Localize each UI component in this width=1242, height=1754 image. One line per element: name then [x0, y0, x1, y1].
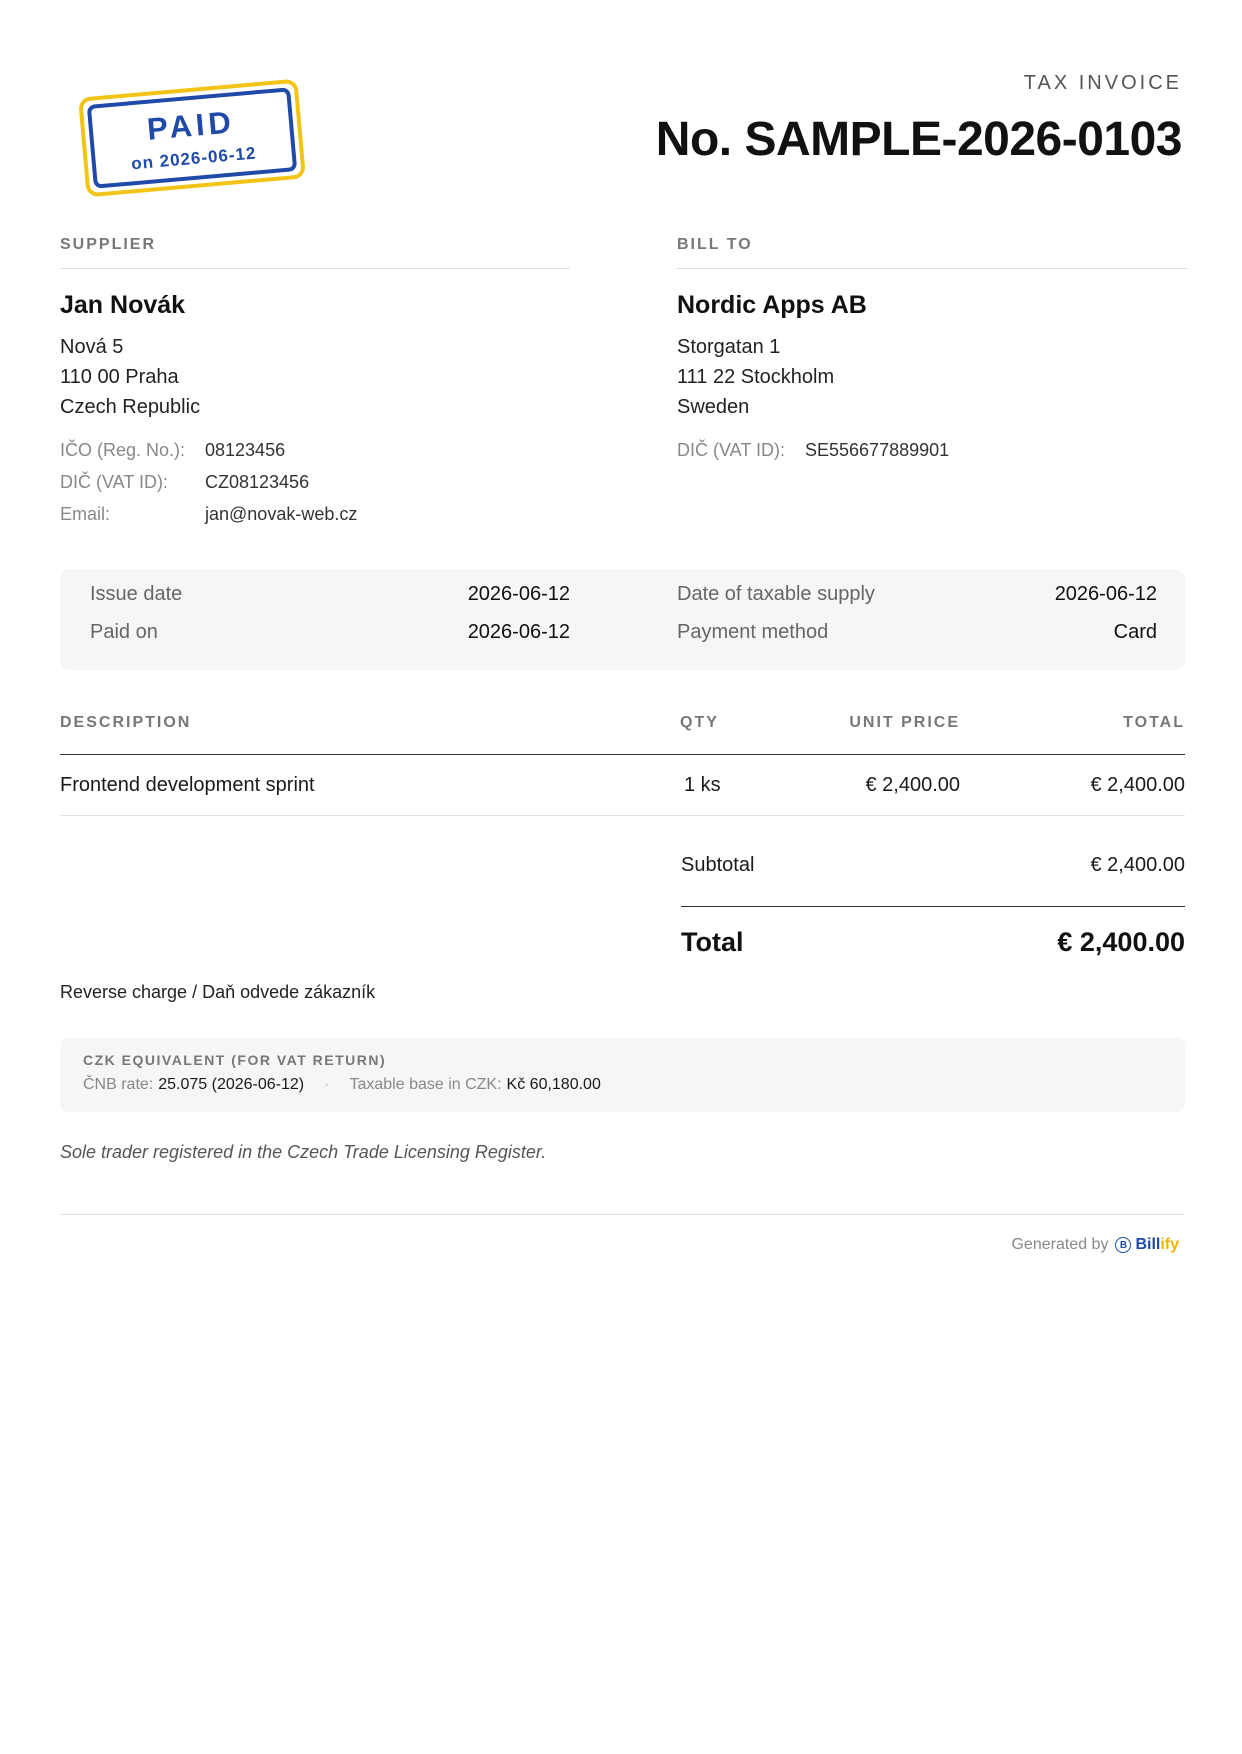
- supplier-vat-id: DIČ (VAT ID): CZ08123456: [60, 466, 570, 498]
- supplier-label: SUPPLIER: [60, 236, 570, 269]
- customer-address-line: 111 22 Stockholm: [677, 366, 835, 388]
- supplier-email: Email: jan@novak-web.cz: [60, 498, 570, 530]
- paid-on-row: Paid on 2026-06-12: [90, 621, 570, 644]
- reverse-charge-note: Reverse charge / Daň odvede zákazník: [60, 982, 376, 1002]
- supplier-section: SUPPLIER Jan Novák Nová 5 110 00 Praha C…: [60, 236, 570, 530]
- document-type: TAX INVOICE: [1023, 72, 1182, 94]
- date-value: Card: [1113, 621, 1157, 643]
- id-label: DIČ (VAT ID):: [60, 472, 168, 492]
- czk-details: ČNB rate: 25.075 (2026-06-12) · Taxable …: [83, 1076, 1162, 1094]
- total-value: € 2,400.00: [1057, 927, 1185, 957]
- item-unit-price: € 2,400.00: [865, 773, 960, 796]
- id-value: CZ08123456: [205, 472, 310, 492]
- customer-vat-id: DIČ (VAT ID): SE556677889901: [677, 434, 1187, 466]
- supplier-reg-no: IČO (Reg. No.): 08123456: [60, 434, 570, 466]
- stamp-title: PAID: [145, 103, 237, 147]
- id-label: DIČ (VAT ID):: [677, 440, 785, 460]
- bill-to-label: BILL TO: [677, 236, 1187, 269]
- taxable-base-value: Kč 60,180.00: [506, 1076, 601, 1093]
- generated-by-text: Generated by: [1011, 1236, 1109, 1253]
- customer-name: Nordic Apps AB: [677, 291, 867, 319]
- id-label: IČO (Reg. No.):: [60, 440, 186, 460]
- customer-address: Storgatan 1 111 22 Stockholm Sweden: [677, 332, 1187, 422]
- date-label: Payment method: [677, 621, 829, 643]
- date-label: Paid on: [90, 621, 158, 643]
- dates-box: Issue date 2026-06-12 Paid on 2026-06-12…: [60, 569, 1185, 670]
- supplier-address: Nová 5 110 00 Praha Czech Republic: [60, 332, 570, 422]
- totals-section: Subtotal € 2,400.00 Total € 2,400.00: [681, 850, 1185, 958]
- supplier-name: Jan Novák: [60, 291, 186, 319]
- payment-method-row: Payment method Card: [677, 621, 1157, 644]
- taxable-supply-row: Date of taxable supply 2026-06-12: [677, 583, 1157, 606]
- total-label: Total: [681, 927, 744, 957]
- email-value[interactable]: jan@novak-web.cz: [205, 498, 357, 530]
- customer-address-line: Storgatan 1: [677, 336, 781, 358]
- subtotal-row: Subtotal € 2,400.00: [681, 850, 1185, 907]
- date-value: 2026-06-12: [467, 583, 570, 605]
- item-description: Frontend development sprint: [60, 773, 315, 796]
- line-items-table: DESCRIPTION QTY UNIT PRICE TOTAL Fronten…: [60, 714, 1185, 816]
- date-label: Date of taxable supply: [677, 583, 875, 605]
- paid-stamp-inner: PAID on 2026-06-12: [86, 87, 298, 189]
- table-header: DESCRIPTION QTY UNIT PRICE TOTAL: [60, 714, 1185, 755]
- total-row: Total € 2,400.00: [681, 927, 1185, 958]
- date-value: 2026-06-12: [1054, 583, 1157, 605]
- date-label: Issue date: [90, 583, 183, 605]
- supplier-address-line: Nová 5: [60, 336, 124, 358]
- header-total: TOTAL: [1123, 714, 1185, 731]
- id-value: 08123456: [205, 440, 286, 460]
- invoice-page: PAID on 2026-06-12 TAX INVOICE No. SAMPL…: [0, 0, 1242, 1754]
- header-qty: QTY: [680, 714, 719, 731]
- legal-note: Sole trader registered in the Czech Trad…: [60, 1142, 547, 1162]
- customer-address-line: Sweden: [677, 396, 750, 418]
- stamp-date: on 2026-06-12: [130, 142, 258, 173]
- czk-equivalent-box: CZK EQUIVALENT (FOR VAT RETURN) ČNB rate…: [60, 1038, 1185, 1112]
- brand-name-part: ify: [1160, 1236, 1179, 1253]
- item-total: € 2,400.00: [1090, 773, 1185, 796]
- czk-title: CZK EQUIVALENT (FOR VAT RETURN): [83, 1052, 387, 1068]
- taxable-base-label: Taxable base in CZK:: [349, 1076, 502, 1093]
- table-row: Frontend development sprint 1 ks € 2,400…: [60, 755, 1185, 816]
- cnb-rate-label: ČNB rate:: [83, 1076, 154, 1093]
- brand-name-part: Bill: [1135, 1236, 1161, 1253]
- customer-ids: DIČ (VAT ID): SE556677889901: [677, 434, 1187, 466]
- header-description: DESCRIPTION: [60, 714, 192, 731]
- supplier-ids: IČO (Reg. No.): 08123456 DIČ (VAT ID): C…: [60, 434, 570, 530]
- subtotal-value: € 2,400.00: [1090, 854, 1185, 876]
- cnb-rate-value: 25.075 (2026-06-12): [158, 1076, 305, 1093]
- separator-dot: ·: [324, 1076, 330, 1093]
- issue-date-row: Issue date 2026-06-12: [90, 583, 570, 606]
- paid-stamp: PAID on 2026-06-12: [78, 78, 306, 198]
- id-label: Email:: [60, 504, 111, 524]
- supplier-address-line: 110 00 Praha: [60, 366, 179, 388]
- header-unit-price: UNIT PRICE: [849, 714, 960, 731]
- subtotal-label: Subtotal: [681, 854, 755, 876]
- billify-logo-icon: B: [1115, 1237, 1132, 1253]
- bill-to-section: BILL TO Nordic Apps AB Storgatan 1 111 2…: [677, 236, 1187, 466]
- item-qty: 1 ks: [684, 773, 721, 796]
- id-value: SE556677889901: [805, 440, 950, 460]
- supplier-address-line: Czech Republic: [60, 396, 201, 418]
- generated-by: Generated by B Bill ify: [1011, 1236, 1179, 1254]
- footer-divider: [60, 1214, 1185, 1215]
- date-value: 2026-06-12: [467, 621, 570, 643]
- invoice-number: No. SAMPLE-2026-0103: [655, 113, 1183, 166]
